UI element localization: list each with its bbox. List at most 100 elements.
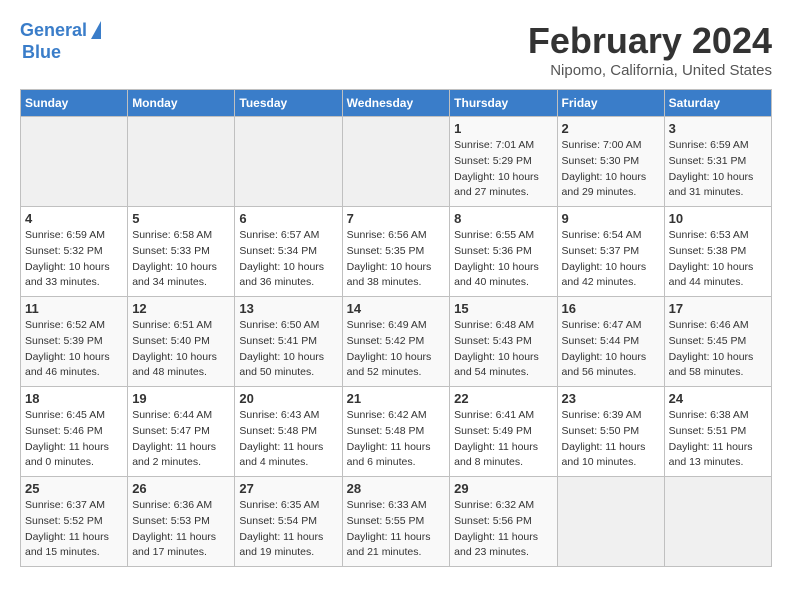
calendar-cell [21, 117, 128, 207]
day-info: Sunrise: 6:48 AMSunset: 5:43 PMDaylight:… [454, 318, 552, 381]
calendar-cell: 10 Sunrise: 6:53 AMSunset: 5:38 PMDayligh… [664, 207, 771, 297]
weekday-header: Monday [128, 90, 235, 117]
calendar-cell: 6Sunrise: 6:57 AMSunset: 5:34 PMDaylight… [235, 207, 342, 297]
day-info: Sunrise: 6:38 AMSunset: 5:51 PMDaylight:… [669, 408, 767, 471]
logo: General Blue [20, 20, 101, 63]
calendar-cell: 24 Sunrise: 6:38 AMSunset: 5:51 PMDayligh… [664, 387, 771, 477]
weekday-header: Saturday [664, 90, 771, 117]
day-info: Sunrise: 6:33 AMSunset: 5:55 PMDaylight:… [347, 498, 446, 561]
day-info: Sunrise: 6:56 AMSunset: 5:35 PMDaylight:… [347, 228, 446, 291]
calendar-cell: 3 Sunrise: 6:59 AMSunset: 5:31 PMDaylight… [664, 117, 771, 207]
day-number: 19 [132, 391, 230, 406]
calendar-cell: 13Sunrise: 6:50 AMSunset: 5:41 PMDayligh… [235, 297, 342, 387]
calendar-body: 1Sunrise: 7:01 AMSunset: 5:29 PMDaylight… [21, 117, 772, 567]
day-number: 12 [132, 301, 230, 316]
day-info: Sunrise: 6:52 AMSunset: 5:39 PMDaylight:… [25, 318, 123, 381]
day-number: 14 [347, 301, 446, 316]
day-info: Sunrise: 6:37 AMSunset: 5:52 PMDaylight:… [25, 498, 123, 561]
day-number: 24 [669, 391, 767, 406]
day-info: Sunrise: 6:59 AMSunset: 5:31 PMDaylight:… [669, 138, 767, 201]
day-info: Sunrise: 6:51 AMSunset: 5:40 PMDaylight:… [132, 318, 230, 381]
calendar-cell: 4 Sunrise: 6:59 AMSunset: 5:32 PMDaylight… [21, 207, 128, 297]
day-info: Sunrise: 6:53 AMSunset: 5:38 PMDaylight:… [669, 228, 767, 291]
day-number: 8 [454, 211, 552, 226]
calendar-cell: 25 Sunrise: 6:37 AMSunset: 5:52 PMDayligh… [21, 477, 128, 567]
weekday-header: Tuesday [235, 90, 342, 117]
calendar-cell: 5 Sunrise: 6:58 AMSunset: 5:33 PMDaylight… [128, 207, 235, 297]
logo-text: General Blue [20, 20, 101, 63]
day-info: Sunrise: 6:45 AMSunset: 5:46 PMDaylight:… [25, 408, 123, 471]
weekday-header: Thursday [450, 90, 557, 117]
logo-triangle-icon [91, 21, 101, 39]
calendar-cell: 22 Sunrise: 6:41 AMSunset: 5:49 PMDayligh… [450, 387, 557, 477]
calendar-cell: 17 Sunrise: 6:46 AMSunset: 5:45 PMDayligh… [664, 297, 771, 387]
day-info: Sunrise: 6:44 AMSunset: 5:47 PMDaylight:… [132, 408, 230, 471]
calendar-cell: 27 Sunrise: 6:35 AMSunset: 5:54 PMDayligh… [235, 477, 342, 567]
calendar-cell: 21 Sunrise: 6:42 AMSunset: 5:48 PMDayligh… [342, 387, 450, 477]
calendar-cell: 18 Sunrise: 6:45 AMSunset: 5:46 PMDayligh… [21, 387, 128, 477]
day-number: 29 [454, 481, 552, 496]
day-info: Sunrise: 6:50 AMSunset: 5:41 PMDaylight:… [239, 318, 337, 381]
day-info: Sunrise: 6:39 AMSunset: 5:50 PMDaylight:… [562, 408, 660, 471]
day-number: 27 [239, 481, 337, 496]
weekday-header: Sunday [21, 90, 128, 117]
title-block: February 2024 Nipomo, California, United… [528, 20, 772, 79]
calendar-cell: 1Sunrise: 7:01 AMSunset: 5:29 PMDaylight… [450, 117, 557, 207]
calendar-week-row: 11Sunrise: 6:52 AMSunset: 5:39 PMDayligh… [21, 297, 772, 387]
day-info: Sunrise: 6:42 AMSunset: 5:48 PMDaylight:… [347, 408, 446, 471]
calendar-cell: 26 Sunrise: 6:36 AMSunset: 5:53 PMDayligh… [128, 477, 235, 567]
day-number: 17 [669, 301, 767, 316]
calendar-cell [342, 117, 450, 207]
day-info: Sunrise: 6:59 AMSunset: 5:32 PMDaylight:… [25, 228, 123, 291]
calendar-cell: 28 Sunrise: 6:33 AMSunset: 5:55 PMDayligh… [342, 477, 450, 567]
calendar-cell [128, 117, 235, 207]
day-number: 20 [239, 391, 337, 406]
day-number: 6 [239, 211, 337, 226]
main-title: February 2024 [528, 20, 772, 62]
day-number: 18 [25, 391, 123, 406]
day-number: 10 [669, 211, 767, 226]
day-number: 3 [669, 121, 767, 136]
day-number: 4 [25, 211, 123, 226]
day-number: 5 [132, 211, 230, 226]
day-info: Sunrise: 6:49 AMSunset: 5:42 PMDaylight:… [347, 318, 446, 381]
day-number: 7 [347, 211, 446, 226]
day-info: Sunrise: 6:54 AMSunset: 5:37 PMDaylight:… [562, 228, 660, 291]
subtitle: Nipomo, California, United States [528, 62, 772, 79]
day-number: 22 [454, 391, 552, 406]
calendar-cell: 7 Sunrise: 6:56 AMSunset: 5:35 PMDaylight… [342, 207, 450, 297]
weekday-header: Friday [557, 90, 664, 117]
calendar-cell [235, 117, 342, 207]
calendar-cell: 29 Sunrise: 6:32 AMSunset: 5:56 PMDayligh… [450, 477, 557, 567]
day-number: 15 [454, 301, 552, 316]
page-header: General Blue February 2024 Nipomo, Calif… [20, 20, 772, 79]
day-info: Sunrise: 6:35 AMSunset: 5:54 PMDaylight:… [239, 498, 337, 561]
day-number: 21 [347, 391, 446, 406]
day-info: Sunrise: 6:58 AMSunset: 5:33 PMDaylight:… [132, 228, 230, 291]
day-number: 28 [347, 481, 446, 496]
day-number: 1 [454, 121, 552, 136]
calendar-cell: 14 Sunrise: 6:49 AMSunset: 5:42 PMDayligh… [342, 297, 450, 387]
calendar-cell: 2 Sunrise: 7:00 AMSunset: 5:30 PMDaylight… [557, 117, 664, 207]
calendar-cell: 20 Sunrise: 6:43 AMSunset: 5:48 PMDayligh… [235, 387, 342, 477]
calendar-cell: 12 Sunrise: 6:51 AMSunset: 5:40 PMDayligh… [128, 297, 235, 387]
calendar-week-row: 4 Sunrise: 6:59 AMSunset: 5:32 PMDaylight… [21, 207, 772, 297]
day-number: 2 [562, 121, 660, 136]
day-info: Sunrise: 6:32 AMSunset: 5:56 PMDaylight:… [454, 498, 552, 561]
calendar-cell: 15 Sunrise: 6:48 AMSunset: 5:43 PMDayligh… [450, 297, 557, 387]
day-info: Sunrise: 7:00 AMSunset: 5:30 PMDaylight:… [562, 138, 660, 201]
calendar-cell: 19 Sunrise: 6:44 AMSunset: 5:47 PMDayligh… [128, 387, 235, 477]
day-info: Sunrise: 6:43 AMSunset: 5:48 PMDaylight:… [239, 408, 337, 471]
calendar-week-row: 1Sunrise: 7:01 AMSunset: 5:29 PMDaylight… [21, 117, 772, 207]
day-info: Sunrise: 6:41 AMSunset: 5:49 PMDaylight:… [454, 408, 552, 471]
calendar-cell: 9Sunrise: 6:54 AMSunset: 5:37 PMDaylight… [557, 207, 664, 297]
day-info: Sunrise: 6:55 AMSunset: 5:36 PMDaylight:… [454, 228, 552, 291]
calendar-cell: 8 Sunrise: 6:55 AMSunset: 5:36 PMDaylight… [450, 207, 557, 297]
day-info: Sunrise: 6:47 AMSunset: 5:44 PMDaylight:… [562, 318, 660, 381]
calendar-cell: 11Sunrise: 6:52 AMSunset: 5:39 PMDayligh… [21, 297, 128, 387]
calendar-cell [664, 477, 771, 567]
day-info: Sunrise: 6:46 AMSunset: 5:45 PMDaylight:… [669, 318, 767, 381]
day-number: 25 [25, 481, 123, 496]
day-info: Sunrise: 6:36 AMSunset: 5:53 PMDaylight:… [132, 498, 230, 561]
day-number: 26 [132, 481, 230, 496]
